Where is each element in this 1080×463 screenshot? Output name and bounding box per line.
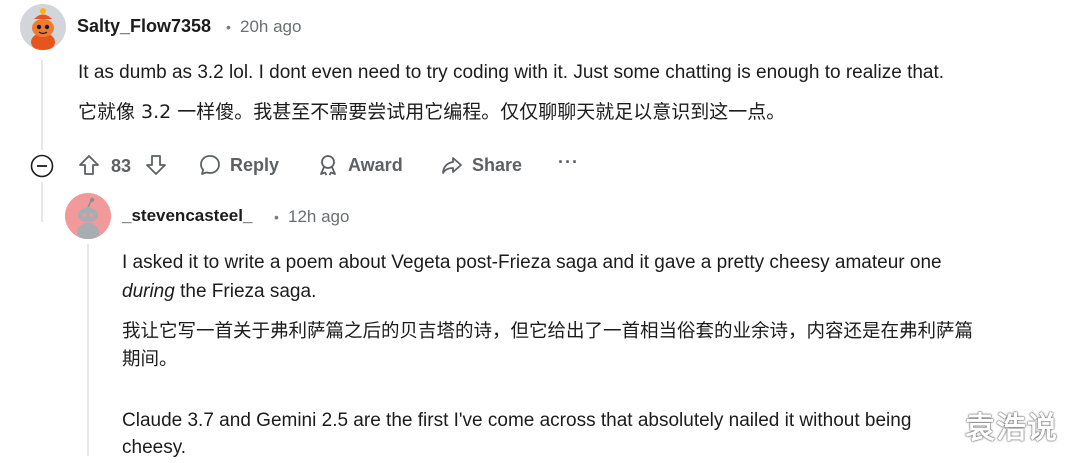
watermark: 袁浩说 — [965, 411, 1058, 446]
reply-body-en-line2: during the Frieza saga. — [122, 276, 316, 307]
comment-username[interactable]: Salty_Flow7358 — [77, 16, 211, 37]
snoo-avatar-icon — [20, 4, 66, 50]
reply-button[interactable]: Reply — [198, 153, 279, 177]
reply-italic-word: during — [122, 281, 175, 302]
share-icon — [442, 157, 462, 174]
upvote-icon — [79, 155, 99, 175]
vote-count: 83 — [111, 156, 132, 176]
reply-body-en2-line2: cheesy. — [122, 437, 187, 458]
award-button[interactable]: Award — [316, 153, 403, 177]
thread-line-reply — [87, 244, 89, 456]
reply-body-zh-line2: 期间。 — [122, 349, 178, 370]
reply-body-en-line2-rest: the Frieza saga. — [174, 281, 317, 302]
reply-body-zh-line1: 我让它写一首关于弗利萨篇之后的贝吉塔的诗，但它给出了一首相当俗套的业余诗，内容还… — [122, 321, 974, 342]
downvote-button[interactable] — [143, 152, 169, 178]
avatar[interactable] — [20, 4, 66, 50]
collapse-button[interactable] — [30, 154, 54, 178]
award-icon — [320, 155, 336, 176]
reply-timestamp[interactable]: 12h ago — [288, 207, 349, 227]
comment-timestamp[interactable]: 20h ago — [240, 17, 301, 37]
comment-body-en: It as dumb as 3.2 lol. I dont even need … — [78, 62, 945, 83]
chat-bubble-icon — [200, 155, 220, 175]
thread-line-main — [41, 60, 43, 150]
collapse-icon — [30, 154, 54, 178]
downvote-icon — [146, 155, 166, 175]
thread-line-branch — [41, 182, 43, 222]
comment-body-zh: 它就像 3.2 一样傻。我甚至不需要尝试用它编程。仅仅聊聊天就足以意识到这一点。 — [78, 101, 786, 123]
upvote-button[interactable] — [76, 152, 102, 178]
separator-dot: • — [274, 209, 279, 225]
reply-label: Reply — [230, 154, 280, 175]
award-label: Award — [348, 154, 403, 175]
more-options-icon: ··· — [558, 152, 579, 172]
reply-avatar[interactable] — [65, 193, 111, 239]
more-options-button[interactable]: ··· — [558, 152, 579, 173]
reply-body-en2-line1: Claude 3.7 and Gemini 2.5 are the first … — [122, 410, 912, 431]
share-button[interactable]: Share — [440, 153, 522, 177]
snoo-default-avatar-icon — [65, 193, 111, 239]
reply-body-en-line1: I asked it to write a poem about Vegeta … — [122, 252, 942, 273]
share-label: Share — [472, 154, 523, 175]
reply-username[interactable]: _stevencasteel_ — [122, 206, 252, 226]
separator-dot: • — [226, 19, 231, 35]
